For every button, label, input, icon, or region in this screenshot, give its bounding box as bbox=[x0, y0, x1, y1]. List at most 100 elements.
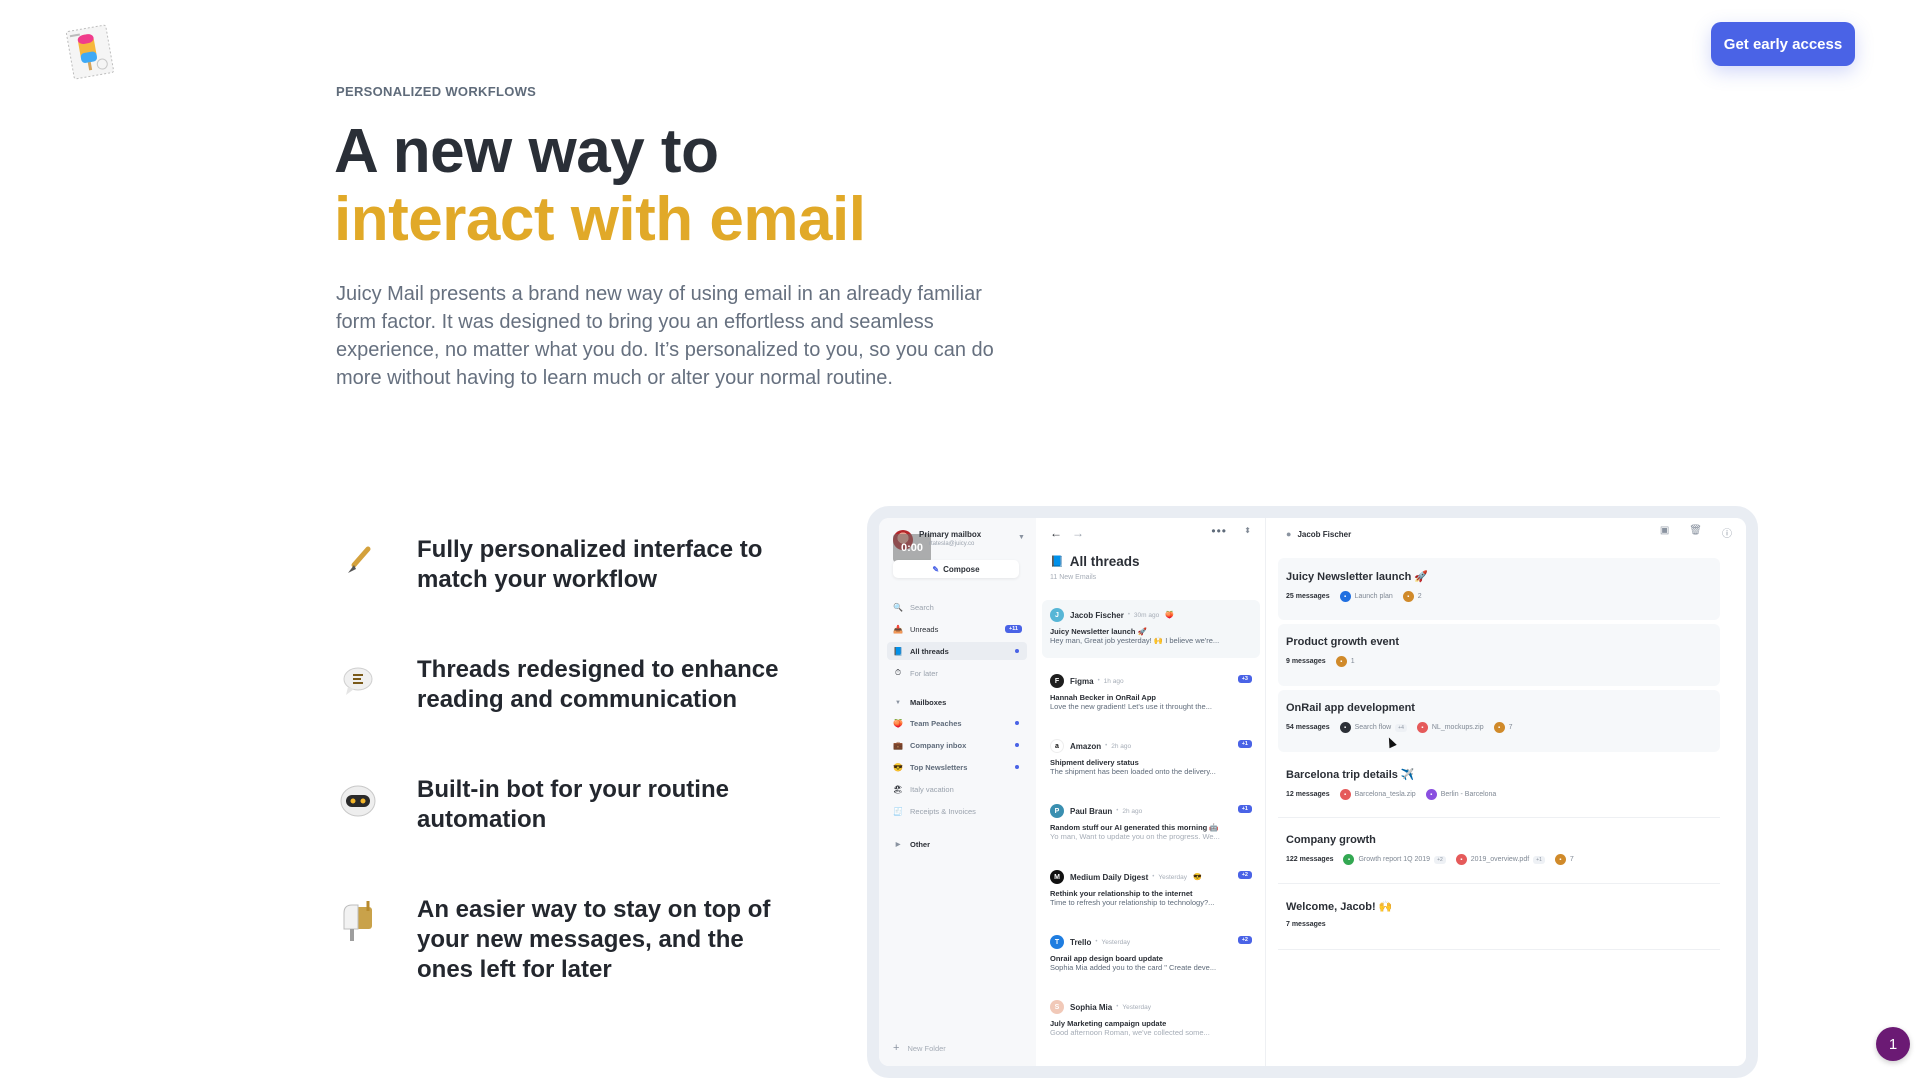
thread-item[interactable]: F Figma • 1h ago +3 Hannah Becker in OnRail A… bbox=[1042, 666, 1260, 724]
attachment-chip[interactable]: ▪ 2 bbox=[1402, 591, 1422, 602]
thread-preview: Sophia Mia added you to the card " Creat… bbox=[1050, 963, 1217, 972]
get-early-access-button[interactable]: Get early access bbox=[1711, 22, 1855, 66]
thread-item[interactable]: S Sophia Mia • Yesterday July Marketing camp… bbox=[1042, 992, 1260, 1050]
attachment-chip[interactable]: ▪ 7 bbox=[1493, 722, 1513, 733]
attachment-icon: ▪ bbox=[1402, 591, 1414, 602]
sender-avatar: a bbox=[1050, 739, 1064, 753]
list-toolbar: ← → ••• ⬍ bbox=[1050, 524, 1255, 542]
feature-text: Built-in bot for your routine automation bbox=[417, 776, 729, 833]
sidebar-item-label: Company inbox bbox=[910, 740, 967, 750]
message-count-badge: +2 bbox=[1237, 936, 1252, 944]
sender-avatar: F bbox=[1050, 674, 1064, 688]
attachment-chip[interactable]: ▪ Barcelona_tesla.zip bbox=[1339, 789, 1416, 800]
paintbrush-icon bbox=[336, 539, 380, 583]
attachment-chip[interactable]: ▪ Launch plan bbox=[1339, 591, 1393, 602]
attachment-chip[interactable]: ▪ Growth report 1Q 2019 +2 bbox=[1343, 854, 1446, 865]
sidebar-item-search[interactable]: 🔍 Search bbox=[887, 598, 1027, 616]
unread-dot bbox=[1015, 721, 1019, 725]
juicy-mail-logo[interactable] bbox=[64, 22, 116, 82]
message-count-badge: +1 bbox=[1237, 740, 1252, 748]
attachment-chip[interactable]: ▪ 1 bbox=[1335, 656, 1355, 667]
attachment-label: 1 bbox=[1350, 658, 1355, 665]
popsicle-stamp-icon bbox=[65, 24, 115, 80]
attachment-label: 7 bbox=[1508, 724, 1513, 731]
mailbox-emoji-icon: 🍑 bbox=[1165, 612, 1174, 619]
attachment-chip[interactable]: ▪ NL_mockups.zip bbox=[1416, 722, 1484, 733]
notification-badge[interactable]: 1 bbox=[1876, 1027, 1910, 1061]
conversation-card[interactable]: Juicy Newsletter launch 🚀 25 messages ▪ Lau… bbox=[1278, 558, 1720, 620]
sender-avatar: S bbox=[1050, 1000, 1064, 1014]
account-switcher[interactable]: 0:00 Primary mailbox rtatesla@juicy.co ▼ bbox=[893, 530, 1025, 562]
new-folder-button[interactable]: + New Folder bbox=[893, 1042, 946, 1054]
message-count-badge: +2 bbox=[1237, 871, 1252, 879]
sidebar-item-unreads[interactable]: 📥 Unreads +11 bbox=[887, 620, 1027, 638]
sidebar-item-receipts[interactable]: 🧾 Receipts & Invoices bbox=[887, 802, 1027, 820]
info-icon[interactable]: ⓘ bbox=[1722, 525, 1732, 540]
conversation-title: Company growth bbox=[1286, 834, 1376, 846]
sender-avatar: P bbox=[1050, 804, 1064, 818]
conversation-card[interactable]: Barcelona trip details ✈️ 12 messages ▪ Bar… bbox=[1278, 756, 1720, 818]
thread-subject: Onrail app design board update bbox=[1050, 954, 1163, 963]
conversation-card[interactable]: Product growth event 9 messages ▪ 1 bbox=[1278, 624, 1720, 686]
conversation-title: Product growth event bbox=[1286, 636, 1400, 648]
attachment-chip[interactable]: ▪ Berlin - Barcelona bbox=[1425, 789, 1496, 800]
message-count: 25 messages bbox=[1286, 593, 1330, 600]
unread-count-badge: +11 bbox=[1004, 625, 1022, 633]
feature-item: Threads redesigned to enhance reading an… bbox=[336, 655, 778, 713]
conversation-title: Barcelona trip details ✈️ bbox=[1286, 769, 1415, 781]
app-window: 0:00 Primary mailbox rtatesla@juicy.co ▼… bbox=[879, 518, 1746, 1066]
hero-title-line2: interact with email bbox=[334, 185, 866, 254]
thread-list-panel: ← → ••• ⬍ 📘 All threads 11 New Emails JJ… bbox=[1036, 518, 1266, 1066]
mailboxes-section-toggle[interactable]: ▼ Mailboxes bbox=[887, 698, 946, 707]
message-count: 54 messages bbox=[1286, 724, 1330, 731]
sidebar-item-top-newsletters[interactable]: 😎 Top Newsletters bbox=[887, 758, 1027, 776]
sidebar-item-all-threads[interactable]: 📘 All threads bbox=[887, 642, 1027, 660]
chevron-down-icon[interactable]: ▼ bbox=[1018, 534, 1025, 541]
thread-time: 2h ago bbox=[1111, 742, 1132, 750]
attachment-chip[interactable]: ▪ Search flow +4 bbox=[1339, 722, 1407, 733]
attachment-icon: ▪ bbox=[1493, 722, 1505, 733]
conversation-meta: 7 messages bbox=[1286, 921, 1712, 928]
sidebar-item-team-peaches[interactable]: 🍑 Team Peaches bbox=[887, 714, 1027, 732]
sender-name: Medium Daily Digest bbox=[1070, 872, 1149, 882]
thread-preview: Good afternoon Roman, we've collected so… bbox=[1050, 1028, 1210, 1037]
thread-subject: Shipment delivery status bbox=[1050, 758, 1139, 767]
peach-icon: 🍑 bbox=[893, 718, 903, 728]
sidebar-item-italy-vacation[interactable]: 🏖 Italy vacation bbox=[887, 780, 1027, 798]
bot-icon bbox=[336, 779, 380, 823]
thread-item[interactable]: a Amazon • 2h ago +1 Shipment delivery status… bbox=[1042, 731, 1260, 789]
conversation-card[interactable]: Welcome, Jacob! 🙌 7 messages bbox=[1278, 888, 1720, 950]
unread-dot bbox=[1015, 649, 1019, 653]
conversation-card[interactable]: OnRail app development 54 messages ▪ Search… bbox=[1278, 690, 1720, 752]
attachment-label: NL_mockups.zip bbox=[1431, 724, 1484, 731]
thread-item[interactable]: M Medium Daily Digest • Yesterday 😎 +2 Rethink… bbox=[1042, 862, 1260, 920]
message-count: 12 messages bbox=[1286, 791, 1330, 798]
message-count-badge: +3 bbox=[1237, 675, 1252, 683]
compose-button[interactable]: ✎ Compose bbox=[893, 560, 1019, 578]
conversation-card[interactable]: Company growth 122 messages ▪ Growth report… bbox=[1278, 822, 1720, 884]
more-options-icon[interactable]: ••• bbox=[1211, 524, 1227, 538]
thread-item[interactable]: T Trello • Yesterday +2 Onrail app design boa… bbox=[1042, 927, 1260, 985]
trash-icon[interactable]: 🗑 bbox=[1689, 525, 1702, 540]
stopwatch-icon: ⏱ bbox=[894, 668, 902, 677]
sidebar-item-for-later[interactable]: ⏱ For later bbox=[887, 664, 1027, 682]
attachment-chip[interactable]: ▪ 2019_overview.pdf +1 bbox=[1455, 854, 1545, 865]
thread-item[interactable]: P Paul Braun • 2h ago +1 Random stuff our AI … bbox=[1042, 796, 1260, 854]
sort-icon[interactable]: ⬍ bbox=[1244, 526, 1251, 535]
arrow-left-icon[interactable]: ← bbox=[1050, 526, 1062, 540]
thread-time: Yesterday bbox=[1158, 873, 1188, 881]
section-label: Mailboxes bbox=[910, 698, 947, 707]
separator-dot: • bbox=[1152, 874, 1155, 880]
arrow-right-icon[interactable]: → bbox=[1072, 526, 1084, 540]
sidebar-item-company-inbox[interactable]: 💼 Company inbox bbox=[887, 736, 1027, 754]
thread-item[interactable]: J Jacob Fischer • 30m ago 🍑 Juicy Newsletter … bbox=[1042, 600, 1260, 658]
mailbox-emoji-icon: 😎 bbox=[1193, 874, 1202, 881]
thread-preview: Hey man, Great job yesterday! 🙌 I believ… bbox=[1050, 636, 1220, 645]
briefcase-icon: 💼 bbox=[893, 740, 903, 750]
other-section-toggle[interactable]: ▶ Other bbox=[887, 840, 930, 849]
thread-time: 2h ago bbox=[1122, 807, 1143, 815]
conversation-meta: 122 messages ▪ Growth report 1Q 2019 +2 ▪ 201… bbox=[1286, 854, 1712, 865]
attachment-chip[interactable]: ▪ 7 bbox=[1554, 854, 1574, 865]
move-to-folder-icon[interactable]: ▣ bbox=[1660, 525, 1669, 540]
sidebar-item-label: All threads bbox=[910, 646, 949, 656]
